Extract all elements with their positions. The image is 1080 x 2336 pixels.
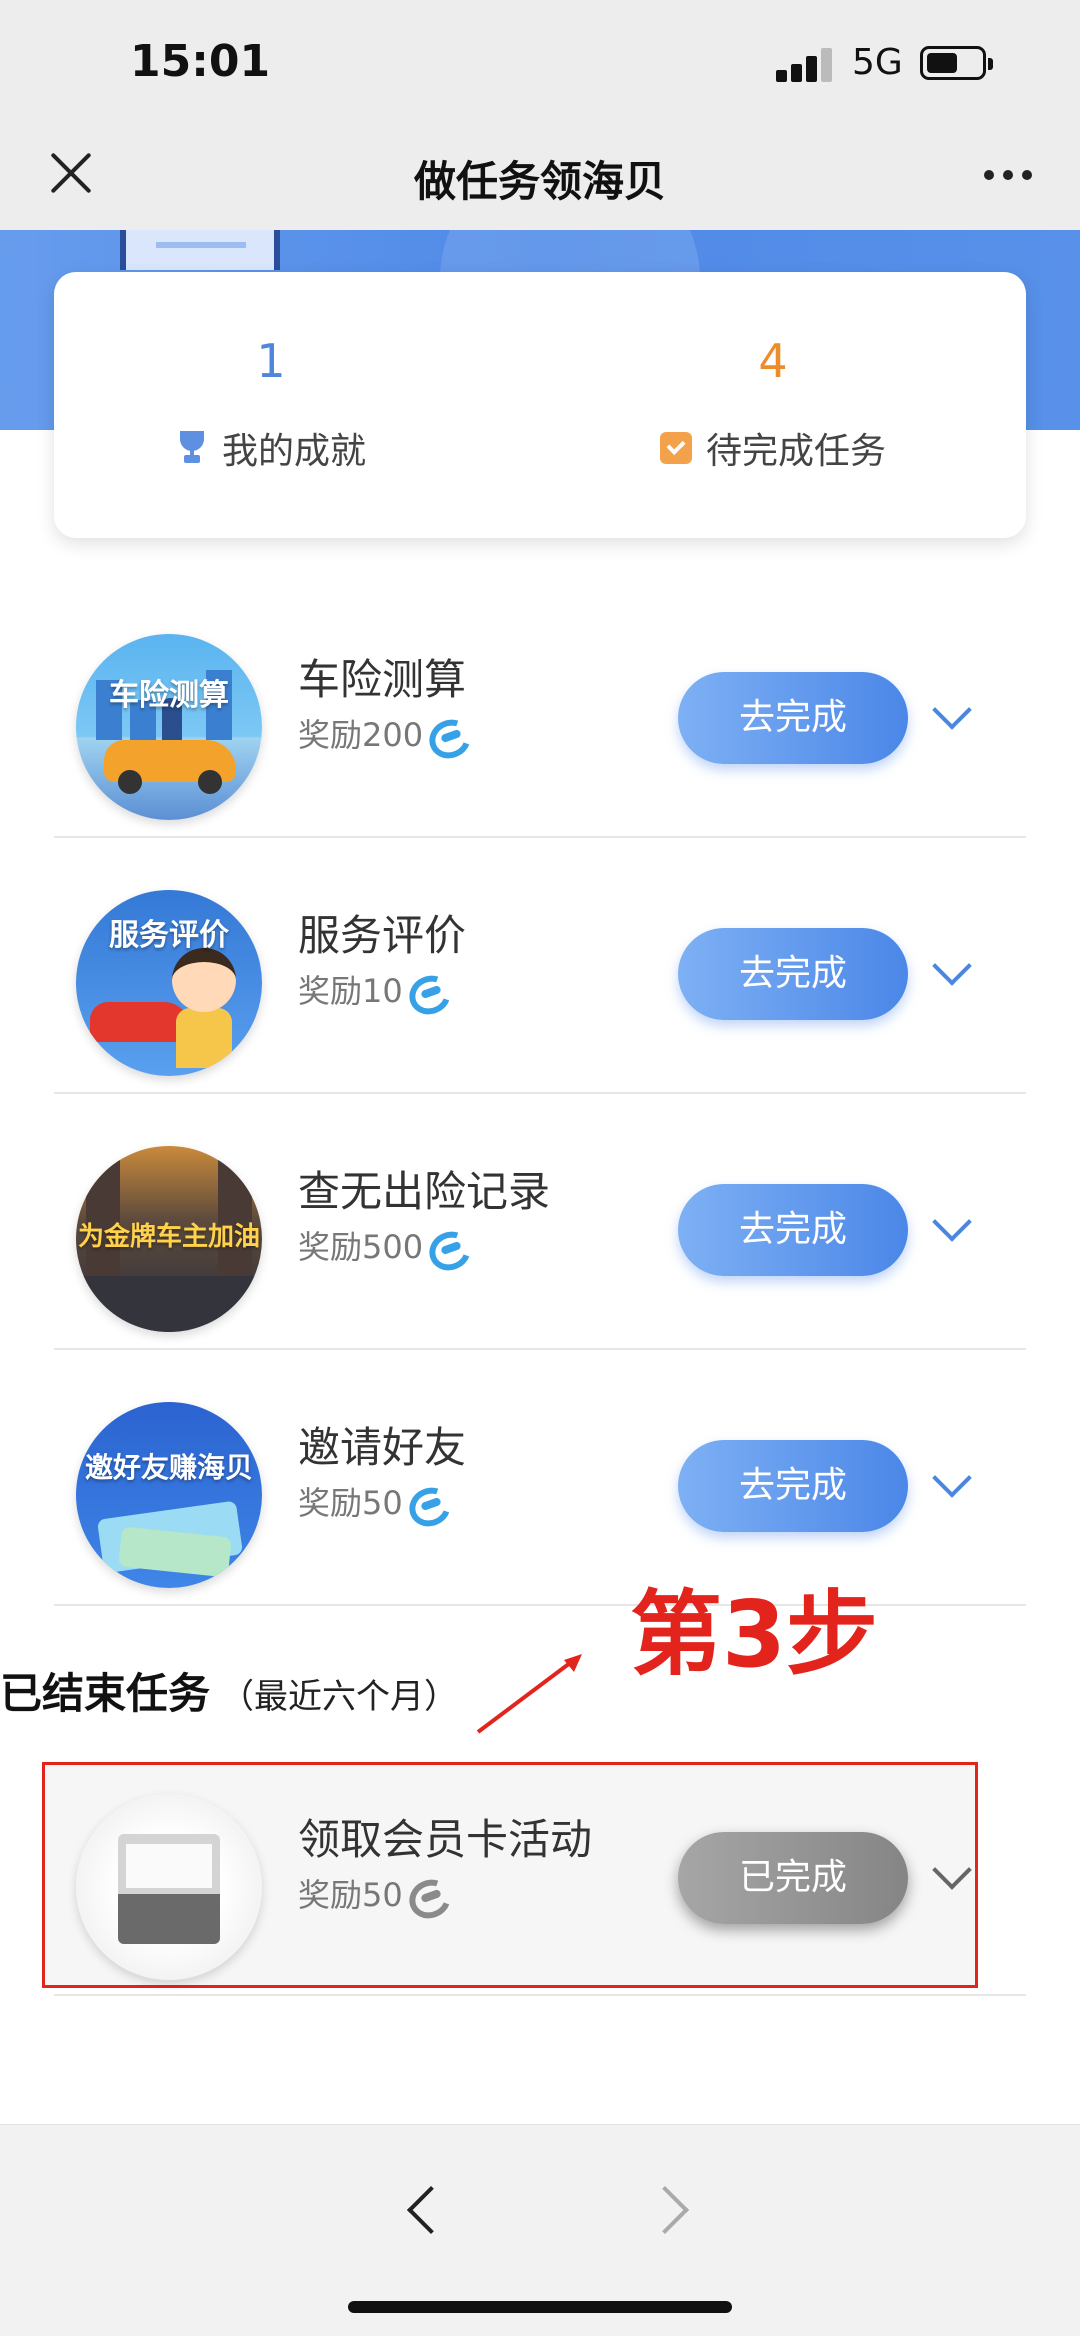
complete-task-button[interactable]: 去完成: [678, 1184, 908, 1276]
ended-task-row: 领取会员卡活动 奖励50 已完成: [54, 1740, 1026, 1996]
complete-task-button[interactable]: 去完成: [678, 1440, 908, 1532]
task-reward: 奖励500: [298, 1222, 465, 1268]
chevron-down-icon[interactable]: [932, 1202, 972, 1242]
ended-section-header: 已结束任务 （最近六个月）: [0, 1660, 458, 1721]
complete-task-button[interactable]: 去完成: [678, 928, 908, 1020]
shell-icon: [407, 972, 445, 1006]
task-name: 服务评价: [298, 911, 467, 960]
pending-tasks-stat[interactable]: 4 待完成任务: [540, 272, 1026, 538]
stats-card: 1 我的成就 4 待完成任务: [54, 272, 1026, 538]
task-name: 查无出险记录: [298, 1167, 551, 1216]
chevron-down-icon[interactable]: [932, 1850, 972, 1890]
page-title: 做任务领海贝: [413, 157, 666, 206]
shell-icon: [407, 1876, 445, 1910]
shell-icon: [427, 716, 465, 750]
pending-tasks-count: 4: [758, 334, 788, 388]
status-time: 15:01: [130, 36, 271, 87]
task-row: 为金牌车主加油 查无出险记录 奖励500 去完成: [54, 1092, 1026, 1348]
divider: [54, 1994, 1026, 1996]
task-thumbnail: 邀好友赚海贝: [76, 1402, 262, 1588]
step-annotation: 第3步: [630, 1581, 879, 1688]
task-thumbnail: [76, 1794, 262, 1980]
task-row: 车险测算 车险测算 奖励200 去完成: [54, 580, 1026, 836]
signal-icon: [776, 46, 836, 82]
task-thumbnail: 车险测算: [76, 634, 262, 820]
task-reward: 奖励10: [298, 966, 445, 1012]
forward-icon[interactable]: [640, 2185, 690, 2235]
task-name: 车险测算: [298, 655, 467, 704]
achievements-stat[interactable]: 1 我的成就: [54, 272, 540, 538]
network-type: 5G: [852, 42, 903, 83]
shell-icon: [407, 1484, 445, 1518]
thumbnail-text: 邀好友赚海贝: [84, 1451, 253, 1484]
shell-icon: [427, 1228, 465, 1262]
status-bar: 15:01 5G: [0, 0, 1080, 130]
task-name: 领取会员卡活动: [298, 1815, 593, 1864]
back-icon[interactable]: [406, 2185, 456, 2235]
pending-tasks-label: 待完成任务: [705, 431, 886, 472]
chevron-down-icon[interactable]: [932, 690, 972, 730]
chevron-down-icon[interactable]: [932, 1458, 972, 1498]
task-thumbnail: 为金牌车主加油: [76, 1146, 262, 1332]
complete-task-button[interactable]: 去完成: [678, 672, 908, 764]
home-indicator[interactable]: [348, 2301, 732, 2313]
reward-text: 奖励50: [298, 1876, 403, 1914]
reward-text: 奖励500: [298, 1228, 424, 1266]
browser-bottom-bar: [0, 2124, 1080, 2336]
battery-icon: [920, 46, 993, 80]
reward-text: 奖励10: [298, 972, 403, 1010]
thumbnail-text: 车险测算: [109, 678, 229, 713]
completed-button[interactable]: 已完成: [678, 1832, 908, 1924]
banner-illustration: [120, 230, 280, 270]
chevron-down-icon[interactable]: [932, 946, 972, 986]
thumbnail-text: 服务评价: [109, 918, 229, 953]
ended-section-title: 已结束任务: [0, 1669, 211, 1718]
divider: [54, 1604, 1026, 1606]
task-row: 服务评价 服务评价 奖励10 去完成: [54, 836, 1026, 1092]
achievements-count: 1: [256, 334, 286, 388]
task-thumbnail: 服务评价: [76, 890, 262, 1076]
task-reward: 奖励50: [298, 1478, 445, 1524]
ended-section-subtitle: （最近六个月）: [220, 1677, 459, 1717]
more-icon[interactable]: [984, 170, 1032, 182]
task-name: 邀请好友: [298, 1423, 467, 1472]
reward-text: 奖励50: [298, 1484, 403, 1522]
calendar-check-icon: [659, 432, 692, 464]
reward-text: 奖励200: [298, 716, 424, 754]
achievements-label: 我的成就: [221, 431, 366, 472]
task-reward: 奖励50: [298, 1870, 445, 1916]
trophy-icon: [176, 431, 208, 465]
task-row: 邀好友赚海贝 邀请好友 奖励50 去完成: [54, 1348, 1026, 1604]
nav-bar: 做任务领海贝: [0, 130, 1080, 230]
annotation-arrow-icon: [476, 1654, 582, 1734]
task-reward: 奖励200: [298, 710, 465, 756]
thumbnail-text: 为金牌车主加油: [77, 1222, 260, 1252]
